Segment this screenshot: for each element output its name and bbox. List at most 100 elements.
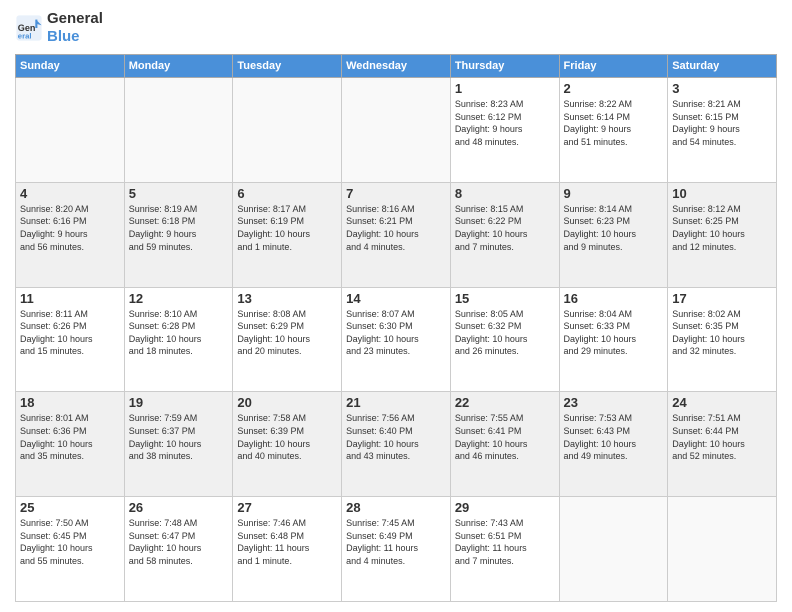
day-cell [668,497,777,602]
calendar-page: Gen eral General Blue SundayMondayTuesda… [0,0,792,612]
day-cell [342,78,451,183]
day-info: Sunrise: 7:53 AM Sunset: 6:43 PM Dayligh… [564,412,664,462]
day-cell [233,78,342,183]
day-cell: 23 Sunrise: 7:53 AM Sunset: 6:43 PM Dayli… [559,392,668,497]
day-cell: 11 Sunrise: 8:11 AM Sunset: 6:26 PM Dayli… [16,287,125,392]
day-cell: 15 Sunrise: 8:05 AM Sunset: 6:32 PM Dayli… [450,287,559,392]
day-number: 23 [564,395,664,410]
day-cell: 26 Sunrise: 7:48 AM Sunset: 6:47 PM Dayli… [124,497,233,602]
day-cell: 7Sunrise: 8:16 AM Sunset: 6:21 PM Daylig… [342,182,451,287]
day-number: 18 [20,395,120,410]
day-cell: 5 Sunrise: 8:19 AM Sunset: 6:18 PM Daylig… [124,182,233,287]
day-info: Sunrise: 8:02 AM Sunset: 6:35 PM Dayligh… [672,308,772,358]
day-cell: 8 Sunrise: 8:15 AM Sunset: 6:22 PM Daylig… [450,182,559,287]
day-cell: 29 Sunrise: 7:43 AM Sunset: 6:51 PM Dayli… [450,497,559,602]
week-row-1: 1 Sunrise: 8:23 AM Sunset: 6:12 PM Daylig… [16,78,777,183]
day-number: 28 [346,500,446,515]
day-info: Sunrise: 8:19 AM Sunset: 6:18 PM Dayligh… [129,203,229,253]
weekday-header-saturday: Saturday [668,55,777,78]
day-info: Sunrise: 7:56 AM Sunset: 6:40 PM Dayligh… [346,412,446,462]
day-info: Sunrise: 8:01 AM Sunset: 6:36 PM Dayligh… [20,412,120,462]
day-info: Sunrise: 8:04 AM Sunset: 6:33 PM Dayligh… [564,308,664,358]
day-info: Sunrise: 7:48 AM Sunset: 6:47 PM Dayligh… [129,517,229,567]
day-number: 16 [564,291,664,306]
day-cell: 16 Sunrise: 8:04 AM Sunset: 6:33 PM Dayli… [559,287,668,392]
day-number: 15 [455,291,555,306]
day-info: Sunrise: 7:59 AM Sunset: 6:37 PM Dayligh… [129,412,229,462]
day-info: Sunrise: 7:51 AM Sunset: 6:44 PM Dayligh… [672,412,772,462]
day-number: 29 [455,500,555,515]
day-info: Sunrise: 7:43 AM Sunset: 6:51 PM Dayligh… [455,517,555,567]
day-info: Sunrise: 7:45 AM Sunset: 6:49 PM Dayligh… [346,517,446,567]
day-info: Sunrise: 8:23 AM Sunset: 6:12 PM Dayligh… [455,98,555,148]
day-number: 11 [20,291,120,306]
week-row-3: 11 Sunrise: 8:11 AM Sunset: 6:26 PM Dayli… [16,287,777,392]
week-row-2: 4 Sunrise: 8:20 AM Sunset: 6:16 PM Daylig… [16,182,777,287]
day-number: 12 [129,291,229,306]
day-cell: 10 Sunrise: 8:12 AM Sunset: 6:25 PM Dayli… [668,182,777,287]
weekday-header-wednesday: Wednesday [342,55,451,78]
week-row-5: 25Sunrise: 7:50 AM Sunset: 6:45 PM Dayli… [16,497,777,602]
day-number: 26 [129,500,229,515]
day-info: Sunrise: 7:55 AM Sunset: 6:41 PM Dayligh… [455,412,555,462]
day-cell: 20 Sunrise: 7:58 AM Sunset: 6:39 PM Dayli… [233,392,342,497]
day-cell: 2 Sunrise: 8:22 AM Sunset: 6:14 PM Daylig… [559,78,668,183]
header: Gen eral General Blue [15,10,777,46]
day-cell: 1 Sunrise: 8:23 AM Sunset: 6:12 PM Daylig… [450,78,559,183]
day-cell: 28 Sunrise: 7:45 AM Sunset: 6:49 PM Dayli… [342,497,451,602]
day-number: 20 [237,395,337,410]
day-number: 2 [564,81,664,96]
day-cell: 18 Sunrise: 8:01 AM Sunset: 6:36 PM Dayli… [16,392,125,497]
weekday-header-thursday: Thursday [450,55,559,78]
calendar-table: SundayMondayTuesdayWednesdayThursdayFrid… [15,54,777,602]
day-cell: 17Sunrise: 8:02 AM Sunset: 6:35 PM Dayli… [668,287,777,392]
day-number: 8 [455,186,555,201]
day-info: Sunrise: 8:10 AM Sunset: 6:28 PM Dayligh… [129,308,229,358]
weekday-header-monday: Monday [124,55,233,78]
day-number: 22 [455,395,555,410]
day-cell: 3Sunrise: 8:21 AM Sunset: 6:15 PM Daylig… [668,78,777,183]
day-info: Sunrise: 8:20 AM Sunset: 6:16 PM Dayligh… [20,203,120,253]
day-cell: 24Sunrise: 7:51 AM Sunset: 6:44 PM Dayli… [668,392,777,497]
day-cell: 9 Sunrise: 8:14 AM Sunset: 6:23 PM Daylig… [559,182,668,287]
day-info: Sunrise: 8:11 AM Sunset: 6:26 PM Dayligh… [20,308,120,358]
day-info: Sunrise: 7:46 AM Sunset: 6:48 PM Dayligh… [237,517,337,567]
day-number: 14 [346,291,446,306]
day-cell: 22 Sunrise: 7:55 AM Sunset: 6:41 PM Dayli… [450,392,559,497]
day-number: 25 [20,500,120,515]
day-number: 5 [129,186,229,201]
week-row-4: 18 Sunrise: 8:01 AM Sunset: 6:36 PM Dayli… [16,392,777,497]
day-number: 10 [672,186,772,201]
day-number: 9 [564,186,664,201]
day-info: Sunrise: 8:14 AM Sunset: 6:23 PM Dayligh… [564,203,664,253]
day-cell: 13 Sunrise: 8:08 AM Sunset: 6:29 PM Dayli… [233,287,342,392]
day-info: Sunrise: 8:05 AM Sunset: 6:32 PM Dayligh… [455,308,555,358]
weekday-header-sunday: Sunday [16,55,125,78]
day-info: Sunrise: 8:22 AM Sunset: 6:14 PM Dayligh… [564,98,664,148]
day-info: Sunrise: 8:07 AM Sunset: 6:30 PM Dayligh… [346,308,446,358]
day-number: 19 [129,395,229,410]
day-number: 6 [237,186,337,201]
day-info: Sunrise: 8:15 AM Sunset: 6:22 PM Dayligh… [455,203,555,253]
day-cell [124,78,233,183]
day-cell: 21Sunrise: 7:56 AM Sunset: 6:40 PM Dayli… [342,392,451,497]
header-row: SundayMondayTuesdayWednesdayThursdayFrid… [16,55,777,78]
day-cell [559,497,668,602]
svg-text:eral: eral [18,32,32,41]
logo: Gen eral General Blue [15,10,103,46]
day-cell: 6 Sunrise: 8:17 AM Sunset: 6:19 PM Daylig… [233,182,342,287]
day-info: Sunrise: 7:58 AM Sunset: 6:39 PM Dayligh… [237,412,337,462]
day-cell: 19 Sunrise: 7:59 AM Sunset: 6:37 PM Dayli… [124,392,233,497]
day-info: Sunrise: 8:16 AM Sunset: 6:21 PM Dayligh… [346,203,446,253]
day-cell: 14 Sunrise: 8:07 AM Sunset: 6:30 PM Dayli… [342,287,451,392]
day-number: 4 [20,186,120,201]
weekday-header-tuesday: Tuesday [233,55,342,78]
day-info: Sunrise: 8:08 AM Sunset: 6:29 PM Dayligh… [237,308,337,358]
day-number: 27 [237,500,337,515]
day-cell: 4 Sunrise: 8:20 AM Sunset: 6:16 PM Daylig… [16,182,125,287]
day-info: Sunrise: 8:17 AM Sunset: 6:19 PM Dayligh… [237,203,337,253]
day-number: 1 [455,81,555,96]
day-info: Sunrise: 8:12 AM Sunset: 6:25 PM Dayligh… [672,203,772,253]
day-number: 13 [237,291,337,306]
day-cell [16,78,125,183]
